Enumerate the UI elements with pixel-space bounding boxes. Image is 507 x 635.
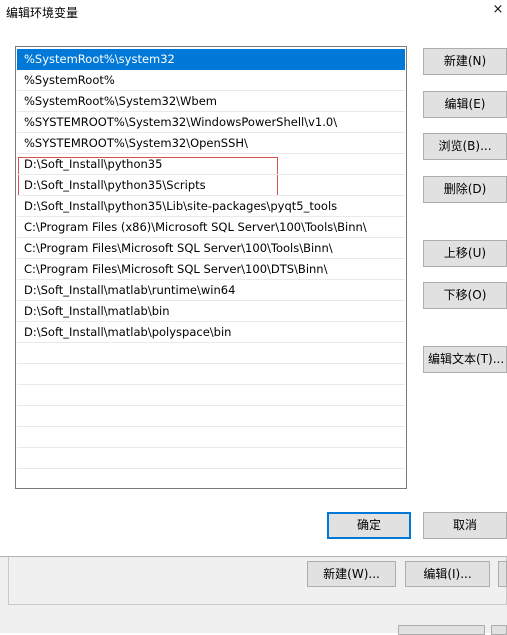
underlying-ok-button-partial[interactable] <box>398 625 485 635</box>
list-item[interactable]: %SystemRoot%\system32 <box>17 49 405 70</box>
list-empty-row[interactable] <box>17 385 405 406</box>
title-bar: 编辑环境变量 × <box>0 0 507 26</box>
underlying-delete-button-partial[interactable] <box>498 561 507 587</box>
edit-text-button[interactable]: 编辑文本(T)... <box>423 346 507 373</box>
list-item[interactable]: D:\Soft_Install\python35\Scripts <box>17 175 405 196</box>
list-item[interactable]: D:\Soft_Install\matlab\bin <box>17 301 405 322</box>
underlying-cancel-button-partial[interactable] <box>491 625 507 635</box>
path-list[interactable]: %SystemRoot%\system32 %SystemRoot% %System… <box>15 46 407 489</box>
list-empty-row[interactable] <box>17 448 405 469</box>
list-item[interactable]: %SystemRoot%\System32\Wbem <box>17 91 405 112</box>
underlying-edit-button[interactable]: 编辑(I)... <box>405 561 490 587</box>
move-up-button[interactable]: 上移(U) <box>423 240 507 267</box>
list-item[interactable]: %SystemRoot% <box>17 70 405 91</box>
cancel-button[interactable]: 取消 <box>423 512 507 539</box>
list-item[interactable]: D:\Soft_Install\matlab\polyspace\bin <box>17 322 405 343</box>
list-item[interactable]: D:\Soft_Install\matlab\runtime\win64 <box>17 280 405 301</box>
list-item[interactable]: %SYSTEMROOT%\System32\OpenSSH\ <box>17 133 405 154</box>
list-empty-row[interactable] <box>17 343 405 364</box>
list-item[interactable]: D:\Soft_Install\python35 <box>17 154 405 175</box>
edit-button[interactable]: 编辑(E) <box>423 91 507 118</box>
move-down-button[interactable]: 下移(O) <box>423 282 507 309</box>
list-empty-row[interactable] <box>17 427 405 448</box>
ok-button[interactable]: 确定 <box>327 512 411 539</box>
list-empty-row[interactable] <box>17 469 405 488</box>
list-item[interactable]: C:\Program Files\Microsoft SQL Server\10… <box>17 259 405 280</box>
window-title: 编辑环境变量 <box>6 6 79 20</box>
list-item[interactable]: D:\Soft_Install\python35\Lib\site-packag… <box>17 196 405 217</box>
list-empty-row[interactable] <box>17 364 405 385</box>
underlying-new-button[interactable]: 新建(W)... <box>307 561 396 587</box>
list-item[interactable]: C:\Program Files (x86)\Microsoft SQL Ser… <box>17 217 405 238</box>
list-item[interactable]: %SYSTEMROOT%\System32\WindowsPowerShell\… <box>17 112 405 133</box>
list-empty-row[interactable] <box>17 406 405 427</box>
delete-button[interactable]: 删除(D) <box>423 176 507 203</box>
close-icon[interactable]: × <box>491 2 505 18</box>
list-item[interactable]: C:\Program Files\Microsoft SQL Server\10… <box>17 238 405 259</box>
new-button[interactable]: 新建(N) <box>423 48 507 75</box>
browse-button[interactable]: 浏览(B)... <box>423 133 507 160</box>
